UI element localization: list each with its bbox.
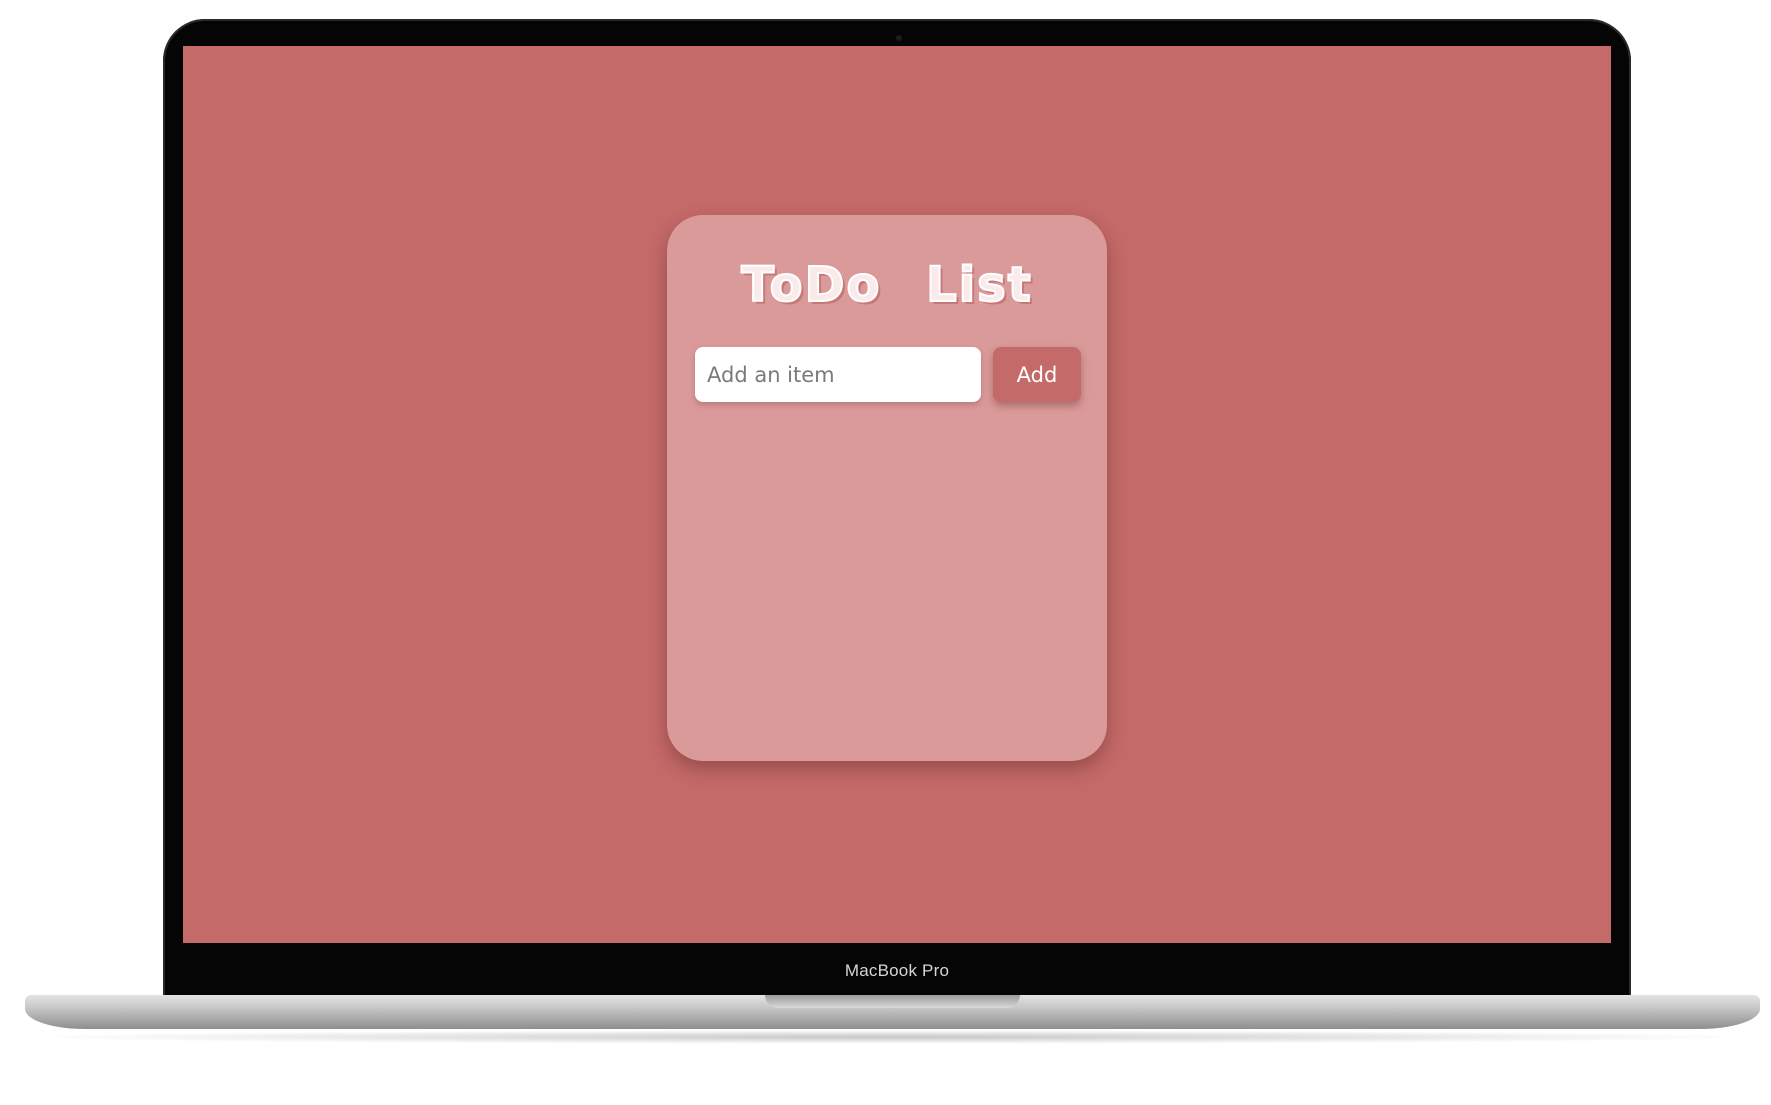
todo-list bbox=[695, 420, 1079, 730]
laptop-base-notch bbox=[765, 995, 1020, 1008]
add-item-input[interactable] bbox=[695, 347, 981, 402]
add-button[interactable]: Add bbox=[993, 347, 1081, 402]
app-title: ToDo List bbox=[740, 256, 1033, 314]
laptop-screen: ToDo List Add bbox=[183, 46, 1611, 943]
camera-icon bbox=[896, 35, 902, 41]
laptop-lid: ToDo List Add MacBook Pro bbox=[163, 19, 1631, 1004]
device-brand-label: MacBook Pro bbox=[844, 961, 950, 980]
laptop-shadow bbox=[10, 1030, 1770, 1044]
add-item-row: Add bbox=[695, 347, 1081, 402]
todo-card: ToDo List Add bbox=[667, 215, 1107, 761]
laptop-mockup: ToDo List Add MacBook Pro bbox=[0, 0, 1771, 1105]
laptop-base bbox=[25, 995, 1760, 1029]
